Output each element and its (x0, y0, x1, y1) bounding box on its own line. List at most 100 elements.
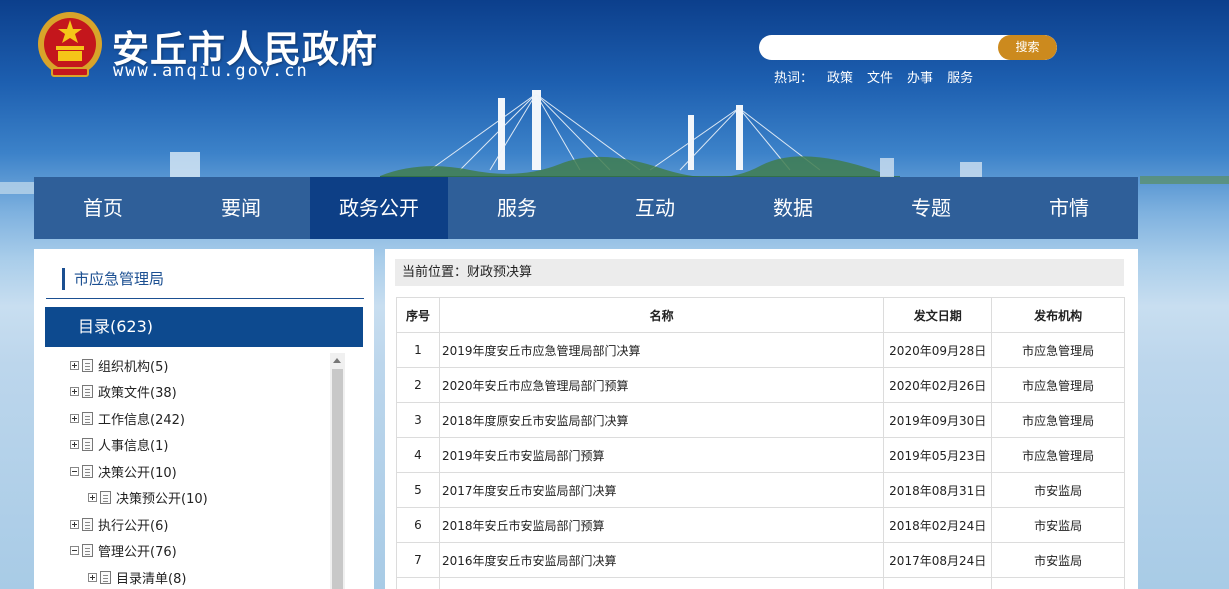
document-icon (82, 517, 93, 531)
tree-item[interactable]: 人事信息(1) (70, 432, 330, 459)
row-index: 4 (396, 437, 440, 473)
nav-item-topics[interactable]: 专题 (862, 177, 1000, 239)
main-nav: 首页 要闻 政务公开 服务 互动 数据 专题 市情 (34, 177, 1138, 239)
document-icon (82, 385, 93, 399)
search-input[interactable] (769, 38, 997, 57)
tree-item-label[interactable]: 政策文件(38) (98, 382, 177, 401)
document-icon (82, 411, 93, 425)
row-title-link[interactable]: 2018年度原安丘市安监局部门决算 (438, 402, 885, 438)
row-date: 2019年05月23日 (883, 437, 993, 473)
tree-item[interactable]: 决策公开(10) (70, 458, 330, 485)
expand-icon[interactable] (70, 519, 79, 529)
table-row: 5 2017年度安丘市安监局部门决算 2018年08月31日 市安监局 (396, 472, 1125, 508)
row-publisher: 市安监局 (991, 472, 1125, 508)
document-icon (82, 464, 93, 478)
tree-scrollbar[interactable] (330, 353, 345, 589)
row-index: 7 (396, 542, 440, 578)
tree-item-label[interactable]: 工作信息(242) (98, 409, 185, 428)
row-date: 2020年02月26日 (883, 367, 993, 403)
tree-item[interactable]: 政策文件(38) (70, 379, 330, 406)
hotword-link[interactable]: 政策 (827, 67, 853, 86)
table-row: 1 2019年度安丘市应急管理局部门决算 2020年09月28日 市应急管理局 (396, 332, 1125, 368)
table-row (396, 577, 1125, 589)
row-title-link[interactable]: 2019年安丘市安监局部门预算 (438, 437, 885, 473)
search-button[interactable]: 搜索 (998, 35, 1057, 60)
tree-item[interactable]: 执行公开(6) (70, 511, 330, 538)
hotword-link[interactable]: 办事 (907, 67, 933, 86)
row-title-link[interactable]: 2017年度安丘市安监局部门决算 (438, 472, 885, 508)
expand-icon[interactable] (70, 387, 79, 397)
nav-item-city-info[interactable]: 市情 (1000, 177, 1138, 239)
nav-item-services[interactable]: 服务 (448, 177, 586, 239)
tree-item-label[interactable]: 目录清单(8) (116, 568, 186, 587)
row-date: 2018年08月31日 (883, 472, 993, 508)
hotword-link[interactable]: 服务 (947, 67, 973, 86)
nav-item-news[interactable]: 要闻 (172, 177, 310, 239)
tree-item-label[interactable]: 执行公开(6) (98, 515, 168, 534)
tree-item-label[interactable]: 人事信息(1) (98, 435, 168, 454)
catalog-header[interactable]: 目录(623) (45, 307, 363, 347)
document-icon (82, 358, 93, 372)
row-date: 2020年09月28日 (883, 332, 993, 368)
table-header-row: 序号 名称 发文日期 发布机构 (396, 297, 1125, 333)
tree-item[interactable]: 决策预公开(10) (70, 485, 330, 512)
tree-item-label[interactable]: 组织机构(5) (98, 356, 168, 375)
expand-icon[interactable] (70, 440, 79, 450)
row-publisher: 市安监局 (991, 542, 1125, 578)
document-icon (100, 570, 111, 584)
search-box: 搜索 (759, 35, 1057, 60)
row-title-link[interactable] (438, 577, 885, 589)
row-title-link[interactable]: 2020年安丘市应急管理局部门预算 (438, 367, 885, 403)
col-header-publisher: 发布机构 (991, 297, 1125, 333)
row-publisher: 市应急管理局 (991, 367, 1125, 403)
tree-item[interactable]: 目录清单(8) (70, 564, 330, 589)
row-publisher: 市应急管理局 (991, 332, 1125, 368)
row-date: 2018年02月24日 (883, 507, 993, 543)
nav-item-data[interactable]: 数据 (724, 177, 862, 239)
col-header-name: 名称 (438, 297, 885, 333)
row-index: 1 (396, 332, 440, 368)
document-icon (100, 491, 111, 505)
row-index (396, 577, 440, 589)
row-index: 2 (396, 367, 440, 403)
national-emblem-logo (38, 12, 102, 77)
row-title-link[interactable]: 2018年安丘市安监局部门预算 (438, 507, 885, 543)
document-table: 序号 名称 发文日期 发布机构 1 2019年度安丘市应急管理局部门决算 2020年… (396, 297, 1125, 589)
expand-icon[interactable] (70, 413, 79, 423)
scroll-up-arrow-icon[interactable] (333, 358, 341, 363)
document-icon (82, 544, 93, 558)
expand-icon[interactable] (88, 493, 97, 503)
row-title-link[interactable]: 2016年度安丘市安监局部门决算 (438, 542, 885, 578)
scroll-thumb[interactable] (332, 369, 343, 589)
row-date: 2019年09月30日 (883, 402, 993, 438)
breadcrumb: 当前位置：财政预决算 (395, 259, 1124, 286)
row-publisher: 市应急管理局 (991, 402, 1125, 438)
row-publisher: 市安监局 (991, 507, 1125, 543)
tree-item-label[interactable]: 管理公开(76) (98, 541, 177, 560)
collapse-icon[interactable] (70, 466, 79, 476)
hotword-link[interactable]: 文件 (867, 67, 893, 86)
tree-item-label[interactable]: 决策预公开(10) (116, 488, 208, 507)
expand-icon[interactable] (88, 572, 97, 582)
col-header-date: 发文日期 (883, 297, 993, 333)
nav-item-interaction[interactable]: 互动 (586, 177, 724, 239)
row-title-link[interactable]: 2019年度安丘市应急管理局部门决算 (438, 332, 885, 368)
nav-item-home[interactable]: 首页 (34, 177, 172, 239)
hotwords-label: 热词： (774, 71, 814, 86)
table-row: 2 2020年安丘市应急管理局部门预算 2020年02月26日 市应急管理局 (396, 367, 1125, 403)
row-date (883, 577, 993, 589)
tree-item-label[interactable]: 决策公开(10) (98, 462, 177, 481)
tree-item[interactable]: 组织机构(5) (70, 352, 330, 379)
table-row: 7 2016年度安丘市安监局部门决算 2017年08月24日 市安监局 (396, 542, 1125, 578)
sidebar-panel: 市应急管理局 目录(623) 组织机构(5) 政策文件(38) 工作信息(242) 人… (34, 249, 374, 589)
table-row: 4 2019年安丘市安监局部门预算 2019年05月23日 市应急管理局 (396, 437, 1125, 473)
tree-item[interactable]: 管理公开(76) (70, 538, 330, 565)
nav-item-gov-affairs[interactable]: 政务公开 (310, 177, 448, 239)
tree-item[interactable]: 工作信息(242) (70, 405, 330, 432)
site-url: www.anqiu.gov.cn (113, 61, 309, 81)
expand-icon[interactable] (70, 360, 79, 370)
collapse-icon[interactable] (70, 546, 79, 556)
sidebar-title: 市应急管理局 (62, 268, 164, 290)
document-icon (82, 438, 93, 452)
row-publisher: 市应急管理局 (991, 437, 1125, 473)
